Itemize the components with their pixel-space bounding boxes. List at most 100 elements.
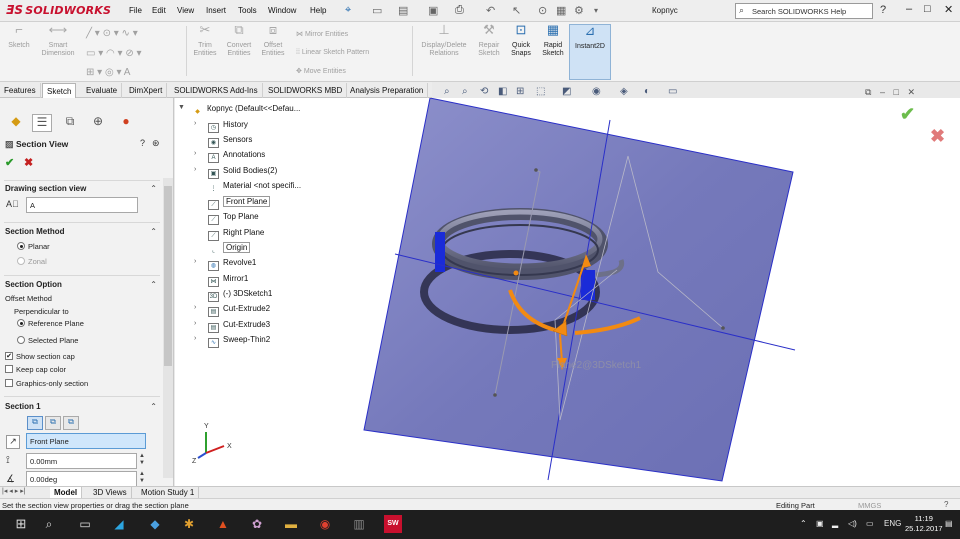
telegram-icon[interactable]: ◢ <box>110 515 128 533</box>
menu-window[interactable]: Window <box>268 6 296 15</box>
tray-app-icon[interactable]: ▣ <box>816 519 824 528</box>
drawing-section-view-header[interactable]: Drawing section view <box>5 184 86 193</box>
network-icon[interactable]: ▂ <box>832 519 838 528</box>
status-help-icon[interactable]: ? <box>944 500 948 509</box>
tree-item-annotations[interactable]: › A Annotations <box>194 150 265 163</box>
file-explorer-icon[interactable]: ▬ <box>282 515 300 533</box>
tab-sketch[interactable]: Sketch <box>42 83 77 98</box>
new-document-icon[interactable]: ▭ <box>372 4 382 17</box>
display-style-icon[interactable]: ◩ <box>562 86 571 97</box>
tree-item-solid-bodies[interactable]: › ▣ Solid Bodies(2) <box>194 166 277 179</box>
select-arrow-icon[interactable]: ↖ <box>512 4 521 17</box>
system-clock[interactable]: 11:19 25.12.2017 <box>905 514 943 534</box>
viewport-close-icon[interactable]: ✕ <box>907 87 915 97</box>
section-plane[interactable] <box>363 98 794 482</box>
rebuild-icon[interactable]: ⊙ <box>538 4 547 17</box>
pin-icon[interactable]: ⌖ <box>345 4 351 17</box>
zonal-radio[interactable] <box>17 257 25 265</box>
viewport-restore-icon[interactable]: ⧉ <box>865 87 871 97</box>
tree-item-3dsketch1[interactable]: 3D (-) 3DSketch1 <box>208 289 272 302</box>
keyboard-icon[interactable]: ▭ <box>866 519 874 528</box>
instant2d-command[interactable]: ⊿ Instant2D <box>569 24 611 80</box>
zoom-to-fit-icon[interactable]: ⌕ <box>444 86 450 97</box>
mirror-entities-command[interactable]: ⋈ Mirror Entities <box>296 30 348 38</box>
start-windows-icon[interactable]: ⊞ <box>12 515 30 533</box>
confirm-corner-ok-icon[interactable]: ✔ <box>900 104 915 125</box>
dynamic-annotation-icon[interactable]: ⊞ <box>516 86 524 97</box>
smart-dimension-command[interactable]: ⟷ Smart Dimension <box>36 23 80 58</box>
sketch-origin-point[interactable] <box>513 270 519 276</box>
view-orientation-icon[interactable]: ⬚ <box>536 86 545 97</box>
collapse-chevron-icon[interactable]: ⌃ <box>150 402 157 411</box>
tray-chevron-icon[interactable]: ⌃ <box>800 519 807 528</box>
selected-plane-radio[interactable] <box>17 336 25 344</box>
collapse-chevron-icon[interactable]: ⌃ <box>150 184 157 193</box>
pin-panel-icon[interactable]: ⊛ <box>152 138 160 149</box>
tab-mbd[interactable]: SOLIDWORKS MBD <box>264 83 348 98</box>
tree-item-sweep-thin2[interactable]: › ∿ Sweep-Thin2 <box>194 335 270 348</box>
offset-entities-command[interactable]: ⧈ Offset Entities <box>258 23 288 58</box>
menu-edit[interactable]: Edit <box>152 6 166 15</box>
section-option-header[interactable]: Section Option <box>5 280 62 289</box>
keep-cap-color-checkbox[interactable] <box>5 365 13 373</box>
task-view-icon[interactable]: ▭ <box>76 515 94 533</box>
tab-addins[interactable]: SOLIDWORKS Add-Ins <box>170 83 263 98</box>
collapse-chevron-icon[interactable]: ⌃ <box>150 280 157 289</box>
display-manager-icon[interactable]: ● <box>116 114 136 132</box>
tree-item-top-plane[interactable]: ⟋ Top Plane <box>208 212 259 225</box>
section-view-toolbar-icon[interactable]: ◧ <box>498 86 507 97</box>
solidworks-logo[interactable]: ƎS SOLIDWORKS <box>6 3 111 17</box>
ok-check-icon[interactable]: ✔ <box>5 156 14 169</box>
cancel-x-icon[interactable]: ✖ <box>24 156 33 169</box>
viewport-maximize-icon[interactable]: □ <box>893 87 898 97</box>
graphics-area[interactable]: Plane2@3DSketch1 Y X Z <box>175 98 960 486</box>
tree-item-history[interactable]: › ◷ History <box>194 120 248 133</box>
menu-help[interactable]: Help <box>310 6 326 15</box>
section-top-icon[interactable]: ⧉ <box>45 416 61 430</box>
tree-item-material[interactable]: ⋮ Material <not specifi... <box>208 181 301 195</box>
section-right-icon[interactable]: ⧉ <box>63 416 79 430</box>
tree-item-sensors[interactable]: ◉ Sensors <box>208 135 252 148</box>
tab-scroll-arrows[interactable]: |◂ ◂ ▸ ▸| <box>2 487 26 495</box>
hide-show-items-icon[interactable]: ◉ <box>592 86 601 97</box>
tab-analysis-preparation[interactable]: Analysis Preparation <box>346 83 429 98</box>
options-gear-icon[interactable]: ⚙ <box>574 4 584 17</box>
angle-input[interactable]: 0.00deg <box>26 471 137 486</box>
help-icon[interactable]: ? <box>140 138 145 148</box>
file-properties-icon[interactable]: ▦ <box>556 4 566 17</box>
repair-sketch-command[interactable]: ⚒ Repair Sketch <box>474 23 504 58</box>
rapid-sketch-command[interactable]: ▦ Rapid Sketch <box>538 23 568 58</box>
tree-item-origin[interactable]: ⌞ Origin <box>208 242 251 257</box>
open-folder-icon[interactable]: ▤ <box>398 4 408 17</box>
sketch-point[interactable] <box>534 168 538 172</box>
notifications-icon[interactable]: ▤ <box>945 519 953 528</box>
previous-view-icon[interactable]: ⟲ <box>480 86 488 97</box>
zoom-area-icon[interactable]: ⌕ <box>462 86 468 97</box>
section-front-icon[interactable]: ⧉ <box>27 416 43 430</box>
tab-dimxpert[interactable]: DimXpert <box>125 83 168 98</box>
menu-insert[interactable]: Insert <box>206 6 226 15</box>
trim-entities-command[interactable]: ✂ Trim Entities <box>190 23 220 58</box>
menu-view[interactable]: View <box>177 6 194 15</box>
language-indicator[interactable]: ENG <box>884 519 901 528</box>
tree-item-cut-extrude2[interactable]: › ▤ Cut-Extrude2 <box>194 304 270 317</box>
edit-appearance-icon[interactable]: ◈ <box>620 86 628 97</box>
tab-evaluate[interactable]: Evaluate <box>82 83 123 98</box>
tree-item-revolve1[interactable]: › ◍ Revolve1 <box>194 258 256 271</box>
angle-spinner[interactable]: ▲ ▼ <box>139 471 145 485</box>
collapse-chevron-icon[interactable]: ⌃ <box>150 227 157 236</box>
dimxpert-manager-icon[interactable]: ⊕ <box>88 114 108 132</box>
help-question-icon[interactable]: ? <box>880 4 886 16</box>
close-button[interactable]: ✕ <box>944 3 953 16</box>
view-settings-icon[interactable]: ▭ <box>668 86 677 97</box>
convert-entities-command[interactable]: ⧉ Convert Entities <box>222 23 256 58</box>
search-icon[interactable]: ⌕ <box>40 515 58 533</box>
graphics-only-checkbox[interactable] <box>5 379 13 387</box>
panel-scrollbar[interactable] <box>163 178 173 478</box>
section-method-header[interactable]: Section Method <box>5 227 65 236</box>
minimize-button[interactable]: – <box>906 3 912 15</box>
save-icon[interactable]: ▣ <box>428 4 438 17</box>
app-icon[interactable]: ▥ <box>350 515 368 533</box>
maximize-button[interactable]: □ <box>924 3 931 15</box>
sketch-point[interactable] <box>493 393 497 397</box>
